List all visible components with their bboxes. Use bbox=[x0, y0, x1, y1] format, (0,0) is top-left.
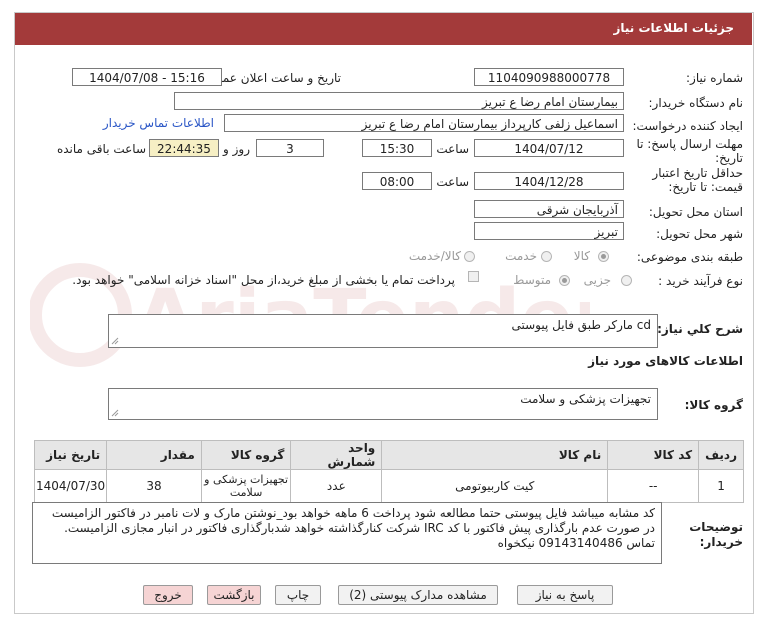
resize-grip-icon bbox=[111, 337, 119, 345]
goods-group-text: تجهیزات پزشکی و سلامت bbox=[520, 392, 651, 406]
cell-name: کیت کاربیوتومی bbox=[381, 469, 609, 503]
payment-note: پرداخت تمام یا بخشی از مبلغ خرید،از محل … bbox=[72, 273, 455, 287]
cell-row: 1 bbox=[698, 469, 744, 503]
requester-label: ایجاد کننده درخواست: bbox=[632, 119, 743, 133]
resize-grip-icon bbox=[111, 409, 119, 417]
cell-unit: عدد bbox=[290, 469, 383, 503]
validity-date-field: 1404/12/28 bbox=[474, 172, 624, 190]
cell-qty: 38 bbox=[106, 469, 202, 503]
province-label: استان محل تحویل: bbox=[648, 205, 743, 219]
process-option-medium: متوسط bbox=[513, 273, 551, 287]
process-radio-minor[interactable] bbox=[621, 275, 632, 286]
deadline-time-word: ساعت bbox=[436, 142, 469, 156]
category-radio-both[interactable] bbox=[464, 251, 475, 262]
buyer-notes-label: توضیحات bbox=[689, 520, 743, 534]
days-word: روز و bbox=[223, 142, 250, 156]
city-label: شهر محل تحویل: bbox=[656, 227, 743, 241]
category-option-goods: کالا bbox=[573, 249, 590, 263]
goods-info-title: اطلاعات کالاهای مورد نیاز bbox=[588, 354, 743, 368]
deadline-label: مهلت ارسال پاسخ: تا bbox=[636, 137, 743, 151]
back-button[interactable]: بازگشت bbox=[207, 585, 261, 605]
deadline-time-field: 15:30 bbox=[362, 139, 432, 157]
province-field: آذربایجان شرقی bbox=[474, 200, 624, 218]
process-label: نوع فرآیند خرید : bbox=[658, 274, 743, 288]
table-header-row: ردیف کد کالا نام کالا واحد شمارش گروه کا… bbox=[33, 440, 744, 470]
buyer-org-label: نام دستگاه خریدار: bbox=[648, 96, 744, 110]
cell-code: -- bbox=[607, 469, 700, 503]
summary-label: شرح کلي نياز: bbox=[657, 322, 743, 336]
remaining-time-field: 22:44:35 bbox=[149, 139, 219, 157]
category-radio-goods[interactable] bbox=[598, 251, 609, 262]
buyer-notes-text: کد مشابه میباشد فایل پیوستی حتما مطالعه … bbox=[51, 506, 655, 550]
cell-group: تجهیزات پزشکی و سلامت bbox=[200, 469, 292, 503]
validity-time-field: 08:00 bbox=[362, 172, 432, 190]
goods-group-label: گروه کالا: bbox=[684, 398, 743, 412]
process-option-minor: جزیی bbox=[583, 273, 611, 287]
col-name: نام کالا bbox=[381, 440, 609, 470]
buyer-org-field: بیمارستان امام رضا ع تبریز bbox=[174, 92, 624, 110]
col-qty: مقدار bbox=[106, 440, 202, 470]
validity-time-word: ساعت bbox=[436, 175, 469, 189]
items-table: ردیف کد کالا نام کالا واحد شمارش گروه کا… bbox=[33, 440, 744, 503]
col-date: تاریخ نیاز bbox=[33, 440, 108, 470]
summary-text: cd مارکر طبق فایل پیوستی bbox=[511, 318, 651, 332]
col-unit: واحد شمارش bbox=[290, 440, 383, 470]
buyer-notes-textarea: کد مشابه میباشد فایل پیوستی حتما مطالعه … bbox=[32, 502, 662, 564]
table-row: 1 -- کیت کاربیوتومی عدد تجهیزات پزشکی و … bbox=[33, 469, 744, 503]
need-number-label: شماره نیاز: bbox=[686, 71, 743, 85]
category-radio-service[interactable] bbox=[541, 251, 552, 262]
print-button[interactable]: چاپ bbox=[275, 585, 321, 605]
category-option-both: کالا/خدمت bbox=[408, 249, 461, 263]
col-group: گروه کالا bbox=[200, 440, 292, 470]
buyer-notes-label-2: خریدار: bbox=[699, 535, 743, 549]
remaining-word: ساعت باقی مانده bbox=[56, 142, 146, 156]
category-option-service: خدمت bbox=[505, 249, 537, 263]
process-radio-medium[interactable] bbox=[559, 275, 570, 286]
summary-textarea: cd مارکر طبق فایل پیوستی bbox=[108, 314, 658, 348]
reply-button[interactable]: پاسخ به نیاز bbox=[517, 585, 613, 605]
deadline-label-2: تاریخ: bbox=[715, 151, 743, 165]
panel-title: جزئیات اطلاعات نیاز bbox=[613, 21, 734, 35]
announce-field: 1404/07/08 - 15:16 bbox=[72, 68, 222, 86]
buyer-contact-link[interactable]: اطلاعات تماس خریدار bbox=[103, 116, 214, 130]
days-field: 3 bbox=[256, 139, 324, 157]
validity-label: حداقل تاریخ اعتبار bbox=[652, 166, 743, 180]
col-row: ردیف bbox=[698, 440, 744, 470]
col-code: کد کالا bbox=[607, 440, 700, 470]
deadline-date-field: 1404/07/12 bbox=[474, 139, 624, 157]
city-field: تبریز bbox=[474, 222, 624, 240]
goods-group-textarea: تجهیزات پزشکی و سلامت bbox=[108, 388, 658, 420]
exit-button[interactable]: خروج bbox=[143, 585, 193, 605]
panel-header: جزئیات اطلاعات نیاز bbox=[15, 13, 752, 45]
validity-label-2: قیمت: تا تاریخ: bbox=[668, 180, 743, 194]
need-number-field: 1104090988000778 bbox=[474, 68, 624, 86]
view-attachments-button[interactable]: مشاهده مدارک پیوستی (2) bbox=[338, 585, 498, 605]
treasury-payment-checkbox[interactable] bbox=[468, 271, 479, 282]
requester-field: اسماعیل زلفی کارپرداز بیمارستان امام رضا… bbox=[224, 114, 624, 132]
category-label: طبقه بندی موضوعی: bbox=[636, 250, 743, 264]
cell-date: 1404/07/30 bbox=[33, 469, 108, 503]
